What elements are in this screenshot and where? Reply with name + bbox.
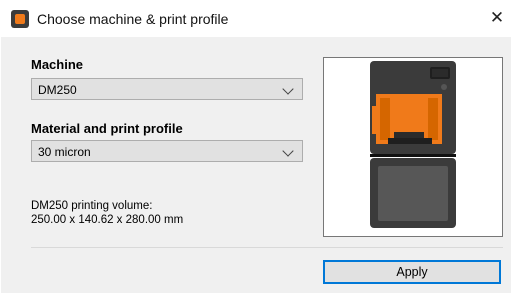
chevron-down-icon (282, 83, 294, 95)
profile-label: Material and print profile (31, 121, 183, 136)
printer-preview (323, 57, 503, 237)
profile-select-value: 30 micron (38, 145, 91, 159)
printer-image (370, 61, 456, 228)
machine-label: Machine (31, 57, 84, 72)
machine-select-value: DM250 (38, 83, 77, 97)
close-button[interactable]: ✕ (482, 3, 512, 33)
volume-label: DM250 printing volume: (31, 200, 153, 212)
volume-dimensions: 250.00 x 140.62 x 280.00 mm (31, 214, 184, 226)
apply-button[interactable]: Apply (323, 260, 501, 284)
window-title: Choose machine & print profile (37, 11, 229, 27)
machine-select[interactable]: DM250 (31, 78, 303, 100)
dialog-body: Machine DM250 Material and print profile… (1, 37, 511, 293)
profile-select[interactable]: 30 micron (31, 140, 303, 162)
app-icon (11, 10, 29, 28)
chevron-down-icon (282, 145, 294, 157)
title-bar: Choose machine & print profile ✕ (0, 0, 512, 36)
divider (31, 247, 503, 248)
